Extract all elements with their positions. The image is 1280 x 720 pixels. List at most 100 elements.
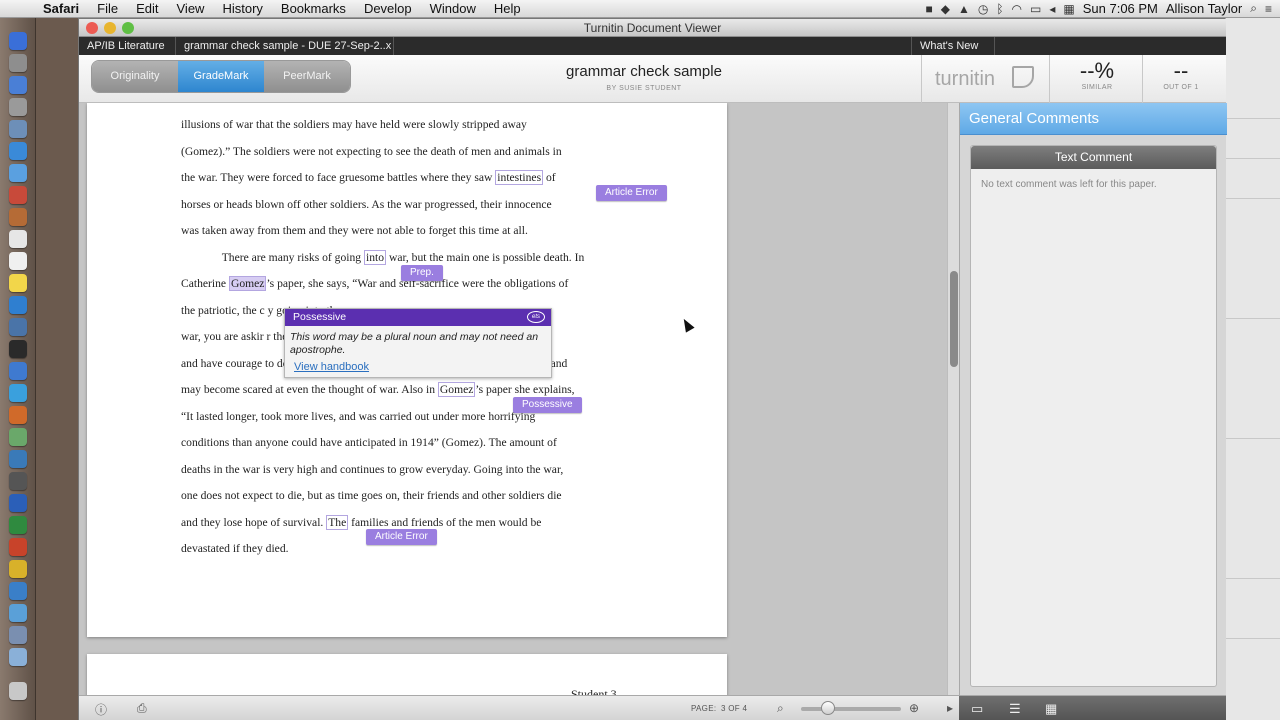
clock-icon[interactable]: ◷ [978, 2, 988, 16]
zoom-out-icon[interactable]: ⌕ [777, 701, 784, 716]
text-comment-title: Text Comment [971, 146, 1216, 169]
safari-icon[interactable] [9, 142, 27, 160]
finder-icon[interactable] [9, 32, 27, 50]
similarity-score[interactable]: --% SIMILAR [1062, 58, 1132, 91]
menu-bookmarks[interactable]: Bookmarks [272, 1, 355, 16]
drive-icon[interactable]: ▲ [958, 2, 970, 16]
menu-edit[interactable]: Edit [127, 1, 167, 16]
applications-icon[interactable] [9, 626, 27, 644]
numbers-icon[interactable] [9, 428, 27, 446]
article-error-tag[interactable]: Article Error [366, 529, 437, 545]
documents-icon[interactable] [9, 604, 27, 622]
battery-icon[interactable]: ▭ [1030, 2, 1041, 16]
list-icon[interactable]: ≡ [1265, 2, 1272, 16]
itunes-icon[interactable] [9, 362, 27, 380]
info-icon[interactable]: ⓘ [95, 701, 107, 718]
messages-icon[interactable] [9, 164, 27, 182]
grid-view-icon[interactable]: ▦ [1045, 701, 1057, 717]
mode-originality-button[interactable]: Originality [92, 61, 178, 92]
comment-icon[interactable]: ▭ [971, 701, 983, 717]
next-arrow-icon[interactable]: ▸ [947, 701, 953, 715]
popup-body: This word may be a plural noun and may n… [290, 331, 539, 356]
list-view-icon[interactable]: ☰ [1009, 701, 1021, 717]
grade-label: OUT OF 1 [1163, 84, 1199, 91]
outlook-icon[interactable] [9, 560, 27, 578]
possessive-popup: Possessive ets This word may be a plural… [284, 308, 552, 378]
menu-app[interactable]: Safari [34, 1, 88, 16]
photobooth-icon[interactable] [9, 186, 27, 204]
grade-value: -- [1173, 58, 1189, 83]
text-line: may become scared at even the thought of… [181, 382, 575, 397]
menubar-user[interactable]: Allison Taylor [1166, 1, 1242, 16]
background-window [1225, 18, 1280, 720]
downloads-icon[interactable] [9, 582, 27, 600]
tab-whats-new[interactable]: What's New [911, 37, 995, 55]
article-error-tag[interactable]: Article Error [596, 185, 667, 201]
contacts-icon[interactable] [9, 208, 27, 226]
text-line: Catherine Gomez’s paper, she says, “War … [181, 276, 569, 291]
excel-icon[interactable] [9, 516, 27, 534]
menu-develop[interactable]: Develop [355, 1, 421, 16]
launchpad-icon[interactable] [9, 54, 27, 72]
marked-word[interactable]: into [364, 250, 387, 265]
tab-assignment[interactable]: grammar check sample - DUE 27-Sep-2..x [176, 37, 394, 55]
marked-word[interactable]: Gomez [437, 382, 476, 397]
view-handbook-link[interactable]: View handbook [285, 357, 551, 373]
menu-history[interactable]: History [213, 1, 271, 16]
zoom-slider-handle[interactable] [821, 701, 835, 715]
minimize-icon[interactable] [104, 22, 116, 34]
camera-icon[interactable]: ■ [925, 2, 932, 16]
bluetooth-icon[interactable]: ᛒ [996, 2, 1003, 16]
preview-icon[interactable] [9, 120, 27, 138]
flag-icon[interactable]: ▦ [1063, 2, 1074, 16]
menu-help[interactable]: Help [485, 1, 530, 16]
menu-file[interactable]: File [88, 1, 127, 16]
folder-icon[interactable] [9, 648, 27, 666]
menu-view[interactable]: View [168, 1, 214, 16]
dropbox-icon[interactable]: ◆ [941, 2, 950, 16]
marked-word-selected[interactable]: Gomez [228, 276, 267, 291]
trash-icon[interactable] [9, 682, 27, 700]
text-comment-body[interactable]: No text comment was left for this paper. [971, 169, 1216, 200]
window-title: Turnitin Document Viewer [583, 21, 722, 35]
zoom-in-icon[interactable]: ⊕ [909, 701, 919, 715]
marked-word[interactable]: The [326, 515, 349, 530]
mode-grademark-button[interactable]: GradeMark [178, 61, 264, 92]
scroll-thumb[interactable] [950, 271, 958, 367]
document-scrollbar[interactable] [947, 103, 959, 695]
appstore-icon[interactable] [9, 76, 27, 94]
tab-class[interactable]: AP/IB Literature [79, 37, 176, 55]
menubar-clock[interactable]: Sun 7:06 PM [1083, 1, 1158, 16]
word-icon[interactable] [9, 494, 27, 512]
menu-window[interactable]: Window [421, 1, 485, 16]
spotlight-icon[interactable]: ⌕ [1250, 1, 1257, 16]
prefs-icon[interactable] [9, 98, 27, 116]
garageband-icon[interactable] [9, 406, 27, 424]
prep-tag[interactable]: Prep. [401, 265, 443, 281]
possessive-tag[interactable]: Possessive [513, 397, 582, 413]
music-icon[interactable] [9, 384, 27, 402]
text-comment-box: Text Comment No text comment was left fo… [970, 145, 1217, 687]
print-icon[interactable]: ⎙ [137, 701, 147, 716]
iphoto-icon[interactable] [9, 318, 27, 336]
popup-header: Possessive ets [285, 309, 551, 326]
calendar-icon[interactable] [9, 230, 27, 248]
volume-icon[interactable]: ◂ [1049, 2, 1055, 16]
close-icon[interactable] [86, 22, 98, 34]
powerpoint-icon[interactable] [9, 538, 27, 556]
terminal-icon[interactable] [9, 472, 27, 490]
zoom-icon[interactable] [122, 22, 134, 34]
marked-word[interactable]: intestines [495, 170, 544, 185]
textedit-icon[interactable] [9, 252, 27, 270]
grade-score[interactable]: -- OUT OF 1 [1146, 58, 1216, 91]
imovie-icon[interactable] [9, 340, 27, 358]
document-title: grammar check sample [566, 63, 722, 80]
wifi-icon[interactable]: ◠ [1012, 2, 1022, 16]
zoom-slider[interactable] [801, 707, 901, 711]
general-comments-heading: General Comments [960, 103, 1227, 135]
page-header: Student 3 [571, 687, 617, 695]
mode-peermark-button[interactable]: PeerMark [264, 61, 350, 92]
keynote-icon[interactable] [9, 450, 27, 468]
photos-icon[interactable] [9, 296, 27, 314]
notes-icon[interactable] [9, 274, 27, 292]
